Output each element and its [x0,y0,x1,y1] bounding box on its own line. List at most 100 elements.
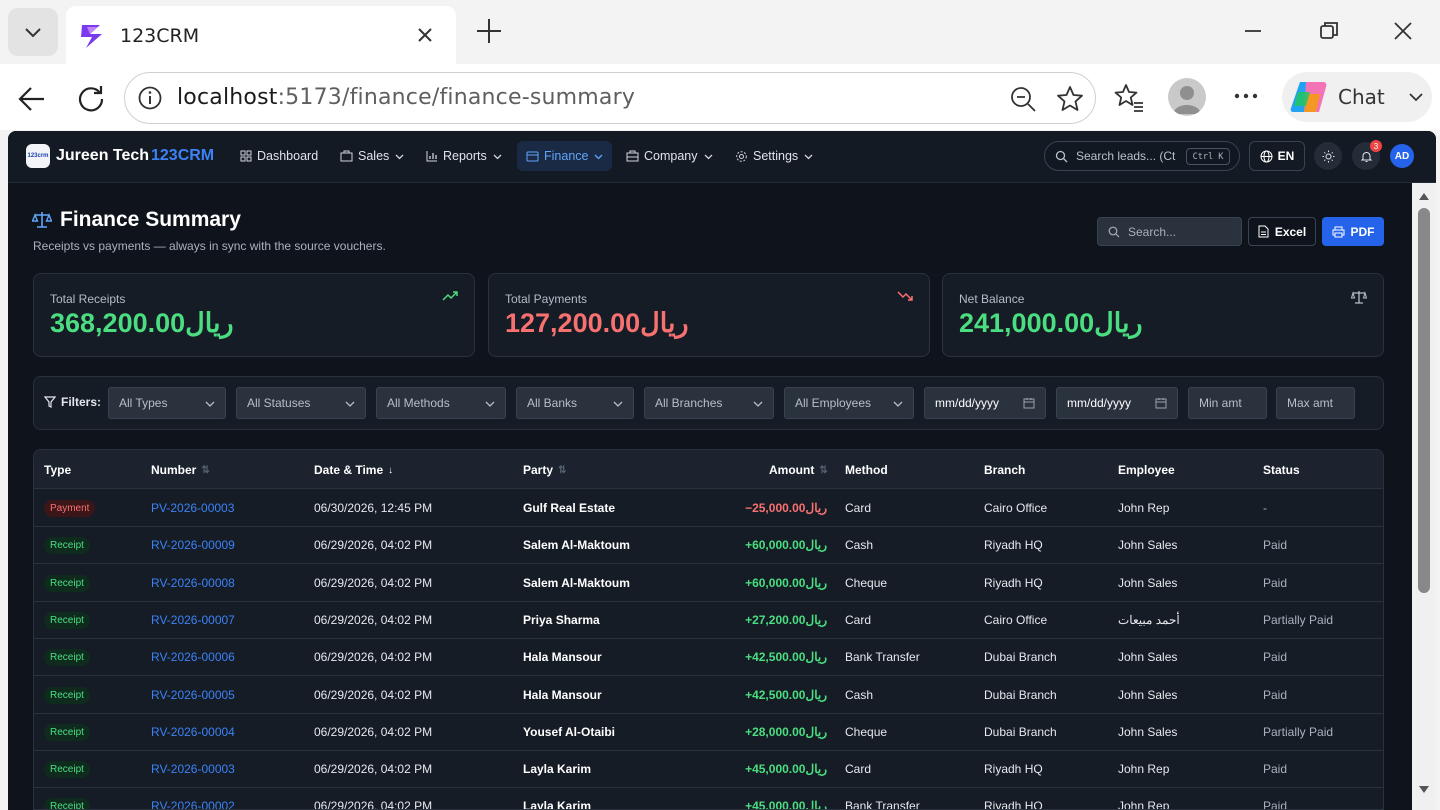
amount-cell: +60,000.00ريال [745,575,827,590]
table-row[interactable]: Receipt RV-2026-00004 06/29/2026, 04:02 PM… [34,714,1383,751]
reload-icon[interactable] [76,83,106,113]
max-amount-input[interactable]: Max amt [1276,387,1355,419]
voucher-number-link[interactable]: PV-2026-00003 [151,501,234,515]
date-to-input[interactable]: mm/dd/yyyy [1056,387,1178,419]
voucher-number-link[interactable]: RV-2026-00009 [151,538,235,552]
voucher-number-link[interactable]: RV-2026-00005 [151,688,235,702]
employee-cell: John Sales [1118,687,1178,702]
site-info-icon[interactable] [137,85,163,111]
scroll-down-icon[interactable] [1418,785,1430,795]
notification-badge: 3 [1370,140,1382,152]
col-party[interactable]: Party ⇅ [523,463,566,477]
bank-filter-select[interactable]: All Banks [516,387,634,419]
brand-suffix: 123CRM [151,147,215,164]
more-options-icon[interactable] [1232,86,1260,106]
chat-label: Chat [1338,85,1385,109]
theme-toggle-button[interactable] [1314,142,1342,170]
total-payments-card: Total Payments 127,200.00ريال [488,273,930,357]
url-text[interactable]: localhost:5173/finance/finance-summary [177,85,635,110]
col-method[interactable]: Method [845,463,888,477]
amount-cell: +42,500.00ريال [745,687,827,702]
type-filter-select[interactable]: All Types [108,387,226,419]
scroll-up-icon[interactable] [1418,191,1430,201]
table-row[interactable]: Receipt RV-2026-00008 06/29/2026, 04:02 PM… [34,565,1383,602]
table-row[interactable]: Receipt RV-2026-00003 06/29/2026, 04:02 PM… [34,751,1383,789]
nav-sales[interactable]: Sales [331,141,413,171]
voucher-number-link[interactable]: RV-2026-00002 [151,799,235,809]
nav-company[interactable]: Company [617,141,722,171]
vertical-scrollbar[interactable] [1412,183,1436,810]
employee-filter-select[interactable]: All Employees [784,387,914,419]
favorites-icon[interactable] [1112,81,1146,115]
chevron-down-icon [804,154,813,159]
tab-actions-button[interactable] [8,8,58,56]
close-tab-icon[interactable] [412,22,438,48]
method-filter-select[interactable]: All Methods [376,387,506,419]
branch-cell: Riyadh HQ [984,575,1043,590]
dashboard-icon [240,150,252,162]
app-favicon-icon [81,25,102,48]
status-filter-select[interactable]: All Statuses [236,387,366,419]
nav-reports[interactable]: Reports [417,141,511,171]
table-row[interactable]: Payment PV-2026-00003 06/30/2026, 12:45 PM… [34,490,1383,527]
branch-filter-select[interactable]: All Branches [644,387,774,419]
export-excel-button[interactable]: Excel [1248,217,1316,246]
nav-settings[interactable]: Settings [726,141,822,171]
favorite-star-icon[interactable] [1055,84,1085,114]
user-avatar[interactable]: AD [1390,144,1414,168]
party-cell: Priya Sharma [523,612,600,627]
net-balance-card: Net Balance 241,000.00ريال [942,273,1384,357]
nav-dashboard[interactable]: Dashboard [231,141,327,171]
method-cell: Cash [845,538,874,553]
language-toggle[interactable]: EN [1249,141,1305,171]
calendar-icon [1155,398,1167,409]
app-logo[interactable]: 123crm [26,144,50,168]
close-window-icon[interactable] [1390,18,1416,44]
scale-icon [1351,291,1367,304]
nav-finance[interactable]: Finance [517,141,613,171]
app-viewport: 123crm Jureen Tech 123CRM Dashboard Sale… [8,131,1436,810]
zoom-out-icon[interactable] [1009,85,1037,113]
col-number[interactable]: Number ⇅ [151,463,210,477]
voucher-number-link[interactable]: RV-2026-00006 [151,650,235,664]
table-row[interactable]: Receipt RV-2026-00002 06/29/2026, 04:02 PM… [34,788,1383,810]
voucher-number-link[interactable]: RV-2026-00007 [151,613,235,627]
omnibox[interactable]: localhost:5173/finance/finance-summary [124,72,1096,124]
table-row[interactable]: Receipt RV-2026-00009 06/29/2026, 04:02 PM… [34,527,1383,565]
table-row[interactable]: Receipt RV-2026-00005 06/29/2026, 04:02 PM… [34,677,1383,714]
back-icon[interactable] [16,83,48,115]
copilot-chat-button[interactable]: Chat [1282,72,1432,122]
method-cell: Cheque [845,575,888,590]
voucher-number-link[interactable]: RV-2026-00003 [151,762,235,776]
profile-avatar[interactable] [1168,78,1206,116]
col-branch[interactable]: Branch [984,463,1025,477]
col-type[interactable]: Type [44,463,71,477]
voucher-number-link[interactable]: RV-2026-00008 [151,576,235,590]
minimize-icon[interactable] [1240,18,1266,44]
method-cell: Cheque [845,724,888,739]
settings-icon [736,150,747,162]
new-tab-icon[interactable] [474,16,504,46]
method-cell: Card [845,762,872,777]
export-pdf-button[interactable]: PDF [1322,217,1384,246]
min-amount-input[interactable]: Min amt [1188,387,1267,419]
table-row[interactable]: Receipt RV-2026-00006 06/29/2026, 04:02 PM… [34,639,1383,677]
table-search-input[interactable]: Search... [1097,217,1242,246]
col-datetime[interactable]: Date & Time ↓ [314,463,393,477]
lead-search-input[interactable]: Search leads... (Ct Ctrl K [1044,141,1240,171]
scrollbar-thumb[interactable] [1418,208,1430,593]
shortcut-hint: Ctrl K [1186,148,1230,165]
voucher-number-link[interactable]: RV-2026-00004 [151,725,235,739]
restore-icon[interactable] [1316,18,1342,44]
col-status[interactable]: Status [1263,463,1300,477]
date-from-input[interactable]: mm/dd/yyyy [924,387,1046,419]
chevron-down-icon [893,401,903,407]
party-cell: Salem Al-Maktoum [523,538,630,553]
table-row[interactable]: Receipt RV-2026-00007 06/29/2026, 04:02 PM… [34,602,1383,639]
employee-cell: John Rep [1118,799,1170,810]
date-time-cell: 06/29/2026, 04:02 PM [314,687,433,702]
col-employee[interactable]: Employee [1118,463,1175,477]
col-amount[interactable]: Amount ⇅ [769,463,828,477]
chevron-down-icon [395,154,404,159]
browser-tab-active[interactable]: 123CRM [66,6,456,66]
